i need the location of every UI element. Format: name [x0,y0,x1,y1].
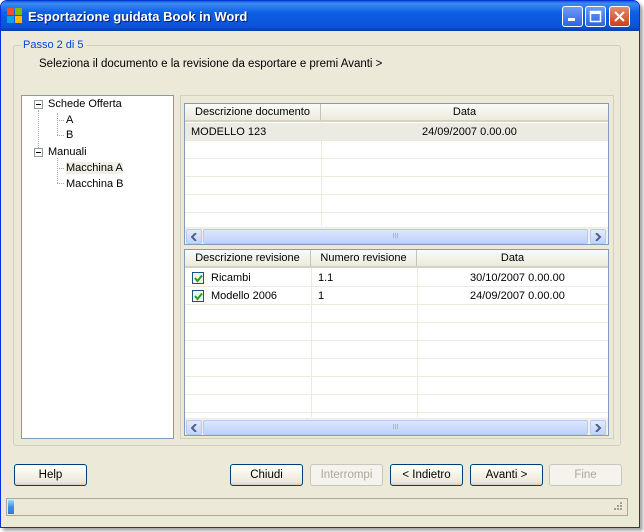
close-button[interactable]: Chiudi [230,464,303,486]
checkmark-icon [194,292,203,301]
tree-node-macchina-a[interactable]: Macchina A [66,161,123,176]
status-bar [6,498,628,516]
arrow-right-icon [595,424,602,432]
col-data[interactable]: Data [321,104,608,120]
cell-descrizione: MODELLO 123 [191,126,267,138]
app-icon [7,8,23,24]
collapse-icon[interactable] [34,100,43,109]
table-row-empty [185,359,608,377]
minimize-icon [568,18,575,21]
scroll-right-button[interactable] [590,229,606,244]
scroll-left-button[interactable] [186,229,202,244]
checkbox-ricambi[interactable] [192,272,204,284]
minimize-button[interactable] [562,6,583,27]
stop-button[interactable]: Interrompi [310,464,383,486]
table-row-empty [185,141,608,159]
documents-grid[interactable]: Descrizione documento Data MODELLO 123 2… [184,103,609,245]
scroll-left-button[interactable] [186,420,202,435]
scroll-grip: III [392,424,399,431]
table-row-empty [185,159,608,177]
wizard-window: Esportazione guidata Book in Word Passo … [0,0,640,528]
instruction-text: Seleziona il documento e la revisione da… [39,58,383,70]
revisions-grid-header: Descrizione revisione Numero revisione D… [185,250,608,268]
table-row-empty [185,305,608,323]
cell-data: 30/10/2007 0.00.00 [470,272,565,284]
help-button[interactable]: Help [14,464,87,486]
documents-hscrollbar[interactable]: III [185,227,608,244]
back-button[interactable]: < Indietro [390,464,463,486]
scroll-grip: III [392,233,399,240]
table-row-empty [185,377,608,395]
progress-bar [8,500,14,514]
close-icon [614,11,625,22]
checkbox-modello-2006[interactable] [192,290,204,302]
documents-grid-header: Descrizione documento Data [185,104,608,122]
maximize-icon [589,10,602,23]
window-title: Esportazione guidata Book in Word [28,9,248,24]
table-row[interactable]: Ricambi 1.1 30/10/2007 0.00.00 [185,269,608,287]
col-data-revisione[interactable]: Data [417,250,608,266]
finish-button[interactable]: Fine [549,464,622,486]
arrow-left-icon [191,424,197,432]
maximize-button[interactable] [585,6,606,27]
cell-numero: 1 [318,290,325,302]
cell-numero: 1.1 [318,272,334,284]
col-numero-revisione[interactable]: Numero revisione [311,250,417,266]
close-window-button[interactable] [609,6,630,27]
step-indicator: Passo 2 di 5 [21,39,86,51]
next-button[interactable]: Avanti > [470,464,543,486]
category-tree[interactable]: Schede Offerta A B Manuali Macchina A Ma… [21,95,174,439]
scroll-thumb[interactable]: III [203,229,588,244]
cell-data: 24/09/2007 0.00.00 [422,126,517,138]
tree-node-manuali[interactable]: Manuali [48,145,87,160]
revisions-hscrollbar[interactable]: III [185,418,608,435]
cell-descrizione: Modello 2006 [211,290,278,302]
table-row-empty [185,341,608,359]
table-row-empty [185,395,608,413]
tree-node-a[interactable]: A [66,113,73,128]
collapse-icon[interactable] [34,148,43,157]
checkmark-icon [194,274,203,283]
scroll-thumb[interactable]: III [203,420,588,435]
arrow-left-icon [191,233,197,241]
tree-node-b[interactable]: B [66,128,73,143]
col-descrizione-revisione[interactable]: Descrizione revisione [185,250,311,266]
table-row-empty [185,177,608,195]
title-bar[interactable]: Esportazione guidata Book in Word [1,1,639,31]
tree-node-macchina-b[interactable]: Macchina B [66,177,123,192]
tree-node-schede-offerta[interactable]: Schede Offerta [48,97,122,112]
cell-data: 24/09/2007 0.00.00 [470,290,565,302]
table-row-empty [185,195,608,213]
table-row[interactable]: Modello 2006 1 24/09/2007 0.00.00 [185,287,608,305]
resize-grip-icon[interactable] [611,501,623,513]
table-row-empty [185,323,608,341]
cell-descrizione: Ricambi [211,272,251,284]
revisions-grid[interactable]: Descrizione revisione Numero revisione D… [184,249,609,436]
table-row[interactable]: MODELLO 123 24/09/2007 0.00.00 [185,123,608,141]
scroll-right-button[interactable] [590,420,606,435]
arrow-right-icon [595,233,602,241]
col-descrizione-documento[interactable]: Descrizione documento [185,104,321,120]
